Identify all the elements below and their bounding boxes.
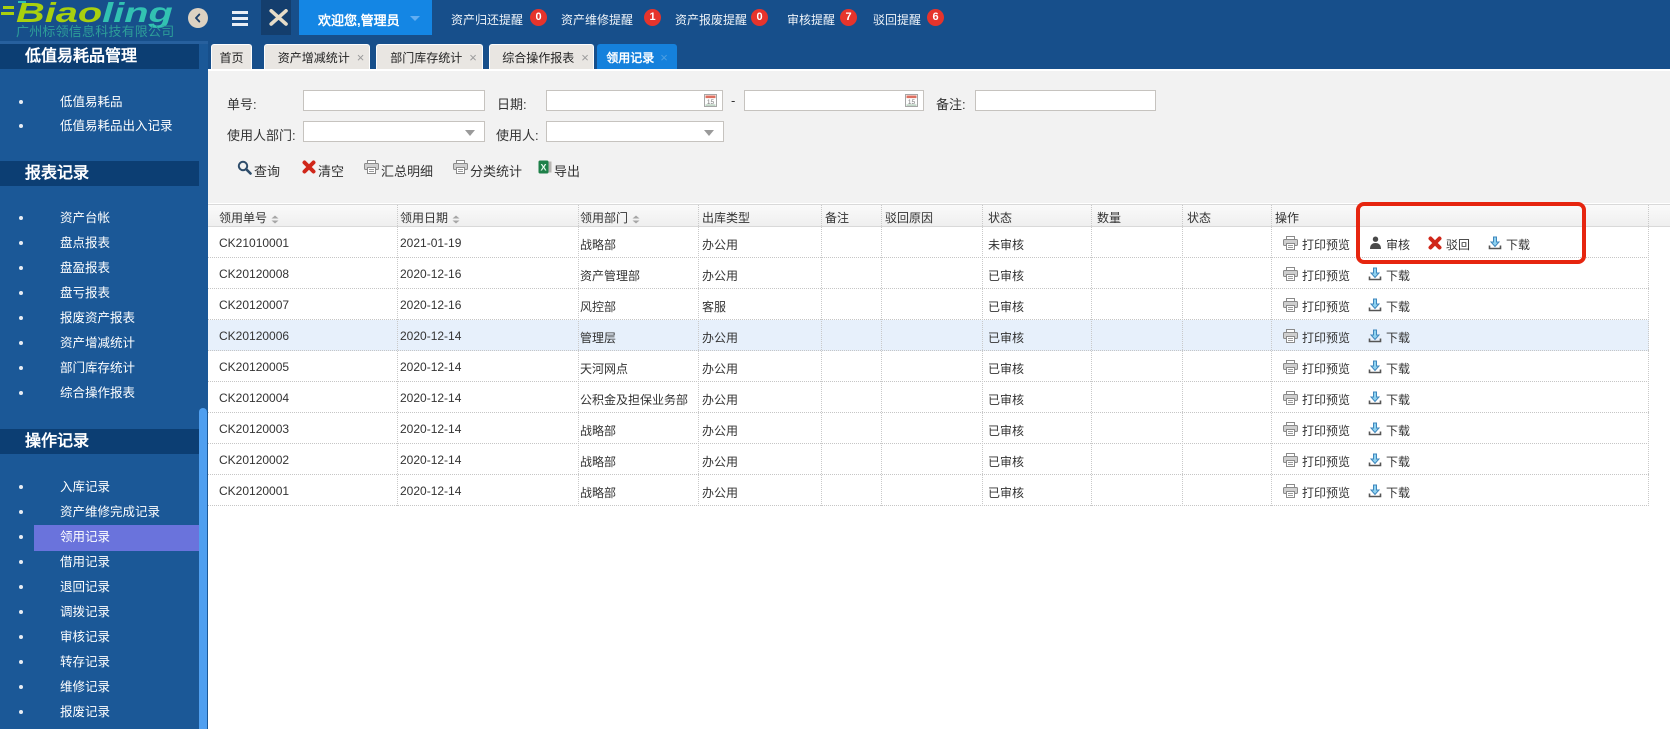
svg-text:15: 15 <box>707 99 715 106</box>
svg-text:X: X <box>540 162 546 172</box>
svg-text:15: 15 <box>908 99 916 106</box>
